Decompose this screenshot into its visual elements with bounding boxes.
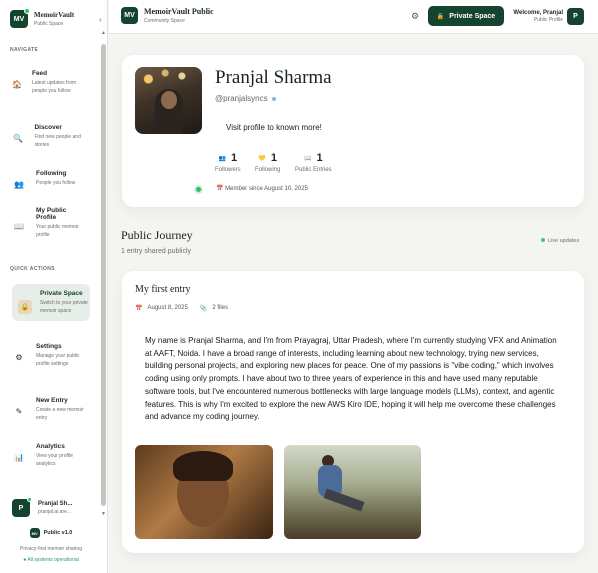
people-icon: 👥 [218, 155, 227, 162]
top-bar: MV MemoirVault Public Community Space ⚙ … [109, 0, 598, 34]
tagline: Privacy-first memoir sharing [20, 546, 82, 552]
system-status: ● All systems operational [23, 557, 79, 563]
nav-item-title: My Public Profile [36, 207, 67, 221]
paperclip-icon: 📎 [199, 306, 208, 312]
stat-following[interactable]: 💛 1 Following [255, 152, 280, 173]
member-since: 📅 Member since August 10, 2025 [216, 186, 308, 192]
private-space-button[interactable]: 🔒 Private Space [428, 6, 504, 26]
nav-item-my-public-profile[interactable]: 📖 My Public Profile Your public memoir pr… [12, 207, 90, 239]
quick-action-title: New Entry [36, 397, 68, 404]
version-label: Public v1.0 [43, 530, 73, 536]
entry-image[interactable] [135, 445, 273, 539]
quick-action-desc: View your profile analytics [36, 453, 73, 467]
stat-label: Public Entries [295, 167, 332, 173]
scroll-down-arrow[interactable]: ▼ [101, 511, 106, 517]
nav-item-title: Feed [31, 70, 48, 77]
nav-item-desc: Find new people and stories [34, 134, 81, 148]
entry-body: My name is Pranjal Sharma, and I'm from … [145, 336, 557, 422]
entry-title: My first entry [135, 284, 191, 295]
chevron-left-icon[interactable]: ‹ [99, 15, 102, 24]
online-status-dot [194, 185, 203, 194]
brand-logo: MV [10, 8, 30, 28]
profile-handle: @pranjalsyncs [215, 94, 276, 103]
profile-bio: Visit profile to known more! [226, 123, 322, 132]
people-icon: 👥 [14, 179, 24, 189]
quick-actions-section-label: QUICK ACTIONS [10, 266, 56, 272]
user-email: pranjal.ai.are... [38, 509, 72, 515]
nav-item-desc: Latest updates from people you follow [31, 80, 77, 94]
quick-action-analytics[interactable]: 📊 Analytics View your profile analytics [12, 443, 90, 468]
quick-action-settings[interactable]: ⚙ Settings Manage your public profile set… [12, 343, 90, 368]
profile-name: Pranjal Sharma [215, 67, 332, 88]
live-dot-icon [541, 238, 545, 242]
quick-action-desc: Manage your public profile settings [36, 353, 80, 367]
quick-action-title: Private Space [40, 290, 83, 297]
entry-image[interactable] [284, 445, 421, 539]
quick-action-title: Settings [36, 343, 62, 350]
sidebar-brand[interactable]: MV MemoirVault Public Space [10, 8, 75, 28]
nav-item-title: Discover [34, 124, 62, 131]
brand-logo: MV [121, 7, 138, 24]
chart-icon: 📊 [14, 452, 24, 462]
sidebar-scrollbar[interactable] [101, 38, 106, 518]
entry-date: August 8, 2025 [147, 305, 188, 311]
stat-followers[interactable]: 👥 1 Followers [215, 152, 241, 173]
sidebar: MV MemoirVault Public Space ‹ ▲ ▼ NAVIGA… [0, 0, 108, 573]
section-title: Public Journey [121, 228, 193, 242]
nav-item-desc: People you follow [36, 180, 76, 186]
app-subtitle: Community Space [144, 18, 185, 24]
user-name: Pranjal Sh... [38, 501, 73, 507]
pencil-icon: ✎ [15, 406, 23, 416]
stat-public-entries[interactable]: 📖 1 Public Entries [295, 152, 332, 173]
nav-item-desc: Your public memoir profile [36, 224, 79, 238]
avatar[interactable]: P [567, 8, 584, 25]
avatar: P [12, 497, 32, 517]
sidebar-user[interactable]: P Pranjal Sh... pranjal.ai.are... [12, 497, 90, 517]
sidebar-footer: MV Public v1.0 Privacy-first memoir shari… [0, 528, 102, 563]
live-updates-indicator: Live updates [541, 238, 579, 244]
scrollbar-thumb[interactable] [101, 44, 106, 506]
welcome-block: Welcome, Pranjal Public Profile [513, 10, 563, 23]
section-subtitle: 1 entry shared publicly [121, 248, 192, 255]
calendar-icon: 📅 [135, 306, 143, 312]
book-icon: 📖 [304, 155, 312, 162]
entry-card[interactable]: My first entry 📅 August 8, 2025 📎 2 files … [122, 271, 584, 553]
lock-icon: 🔒 [436, 13, 445, 20]
search-icon: 🔍 [13, 133, 24, 143]
entry-meta: 📅 August 8, 2025 📎 2 files [135, 305, 228, 312]
gear-icon[interactable]: ⚙ [411, 11, 419, 22]
nav-item-feed[interactable]: 🏠 Feed Latest updates from people you fol… [12, 70, 90, 95]
nav-item-following[interactable]: 👥 Following People you follow [12, 170, 90, 191]
scroll-up-arrow[interactable]: ▲ [101, 30, 106, 36]
welcome-text: Welcome, Pranjal [513, 10, 563, 16]
profile-photo [135, 67, 202, 134]
calendar-icon: 📅 [216, 186, 224, 192]
nav-item-discover[interactable]: 🔍 Discover Find new people and stories [12, 124, 90, 149]
app-title: MemoirVault Public [144, 7, 214, 16]
heart-icon: 💛 [258, 155, 266, 162]
stat-label: Followers [215, 167, 241, 173]
footer-logo: MV [29, 528, 40, 538]
welcome-subtext: Public Profile [533, 17, 563, 23]
lock-icon: 🔒 [18, 300, 32, 314]
verified-dot-icon [271, 96, 276, 101]
book-icon: 📖 [14, 221, 24, 231]
quick-action-private-space[interactable]: 🔒 Private Space Switch to your private me… [12, 284, 90, 321]
quick-action-new-entry[interactable]: ✎ New Entry Create a new memoir entry [12, 397, 90, 422]
entry-files: 2 files [212, 305, 229, 311]
quick-action-desc: Create a new memoir entry [36, 407, 84, 421]
nav-item-title: Following [36, 170, 67, 177]
quick-action-desc: Switch to your private memoir space [40, 300, 88, 314]
topbar-brand[interactable]: MV MemoirVault Public Community Space [121, 7, 214, 24]
brand-title: MemoirVault [34, 11, 75, 19]
quick-action-title: Analytics [36, 443, 65, 450]
stat-label: Following [255, 167, 281, 173]
brand-subtitle: Public Space [34, 21, 64, 27]
house-icon: 🏠 [12, 79, 22, 89]
profile-card: Pranjal Sharma @pranjalsyncs Visit profi… [122, 55, 584, 207]
navigate-section-label: NAVIGATE [10, 47, 39, 53]
gear-icon: ⚙ [15, 352, 23, 362]
